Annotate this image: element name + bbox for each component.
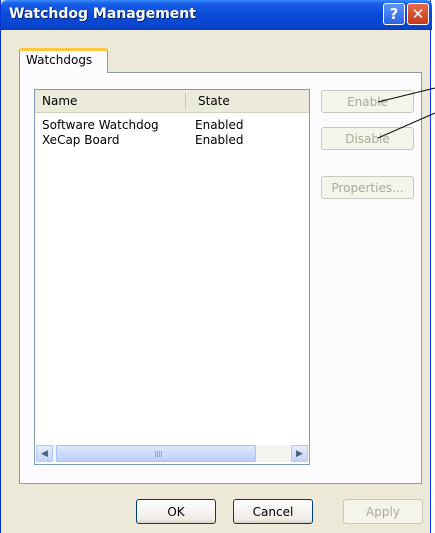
callout-line-disable <box>377 112 435 139</box>
callout-line-enable <box>377 87 435 103</box>
annotation-lines <box>377 87 435 139</box>
tab-watchdogs[interactable]: Watchdogs <box>19 48 108 73</box>
tab-watchdogs-label: Watchdogs <box>26 53 93 67</box>
